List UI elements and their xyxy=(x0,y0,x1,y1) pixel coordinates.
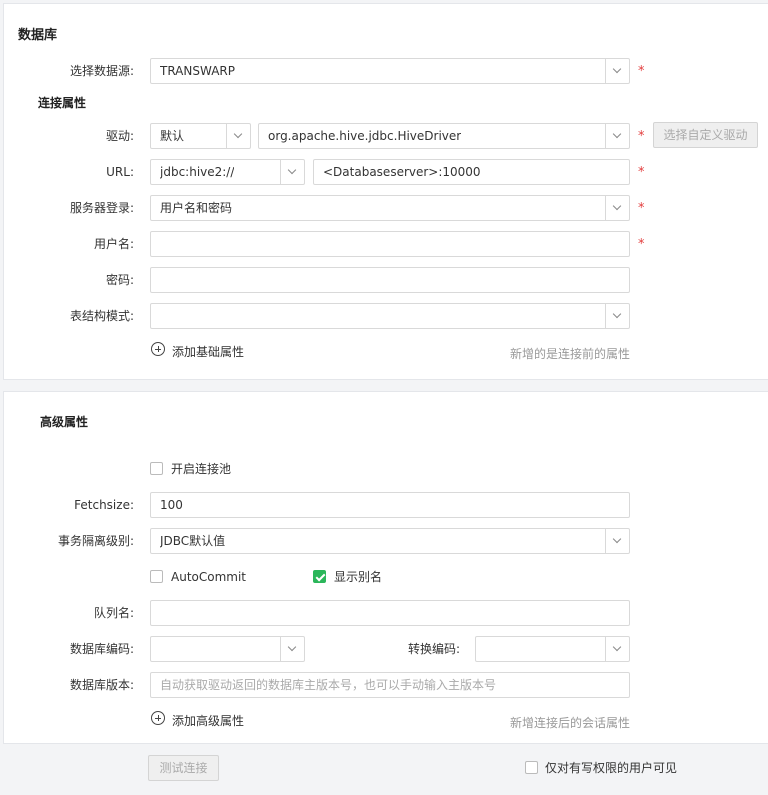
url-value: <Databaseserver>:10000 xyxy=(323,165,481,179)
chevron-down-icon[interactable] xyxy=(605,304,629,328)
driver-type-select[interactable]: 默认 xyxy=(150,123,251,149)
url-prefix-value: jdbc:hive2:// xyxy=(160,165,235,179)
add-basic-hint: 新增的是连接前的属性 xyxy=(509,347,630,361)
custom-driver-button[interactable]: 选择自定义驱动 xyxy=(653,122,758,148)
connection-pool-checkbox[interactable] xyxy=(150,462,163,475)
writable-only-checkbox[interactable] xyxy=(525,761,538,774)
db-version-placeholder: 自动获取驱动返回的数据库主版本号，也可以手动输入主版本号 xyxy=(160,678,497,692)
convert-encoding-label: 转换编码: xyxy=(407,642,460,656)
writable-only-label: 仅对有写权限的用户可见 xyxy=(545,761,678,775)
database-section-title: 数据库 xyxy=(18,28,58,43)
isolation-value: JDBC默认值 xyxy=(160,534,226,548)
url-prefix-select[interactable]: jdbc:hive2:// xyxy=(150,159,305,185)
username-label: 用户名: xyxy=(93,237,134,251)
autocommit-checkbox[interactable] xyxy=(150,570,163,583)
fetchsize-value: 100 xyxy=(160,498,183,512)
fetchsize-input[interactable]: 100 xyxy=(150,492,630,518)
datasource-select[interactable]: TRANSWARP xyxy=(150,58,630,84)
add-basic-property-link[interactable]: 添加基础属性 xyxy=(172,343,244,360)
add-circle-icon[interactable] xyxy=(151,342,165,356)
driver-label: 驱动: xyxy=(105,129,134,143)
server-login-value: 用户名和密码 xyxy=(160,201,233,215)
server-login-select[interactable]: 用户名和密码 xyxy=(150,195,630,221)
required-marker: * xyxy=(638,237,645,252)
url-input[interactable]: <Databaseserver>:10000 xyxy=(313,159,630,185)
driver-class-select[interactable]: org.apache.hive.jdbc.HiveDriver xyxy=(258,123,630,149)
db-version-input[interactable]: 自动获取驱动返回的数据库主版本号，也可以手动输入主版本号 xyxy=(150,672,630,698)
required-marker: * xyxy=(638,165,645,180)
driver-class-value: org.apache.hive.jdbc.HiveDriver xyxy=(268,129,462,143)
chevron-down-icon[interactable] xyxy=(280,637,304,661)
show-alias-label: 显示别名 xyxy=(334,570,383,584)
password-label: 密码: xyxy=(105,273,134,287)
chevron-down-icon[interactable] xyxy=(605,637,629,661)
add-advanced-hint: 新增连接后的会话属性 xyxy=(509,716,630,730)
schema-label: 表结构模式: xyxy=(69,309,134,323)
datasource-value: TRANSWARP xyxy=(160,64,235,78)
test-connection-button[interactable]: 测试连接 xyxy=(148,755,219,781)
db-version-label: 数据库版本: xyxy=(69,678,134,692)
fetchsize-label: Fetchsize: xyxy=(74,498,134,512)
password-input[interactable] xyxy=(150,267,630,293)
show-alias-checkbox[interactable] xyxy=(313,570,326,583)
required-marker: * xyxy=(638,201,645,216)
advanced-section-title: 高级属性 xyxy=(40,415,89,429)
connection-pool-label: 开启连接池 xyxy=(171,462,232,476)
url-label: URL: xyxy=(106,165,134,179)
autocommit-label: AutoCommit xyxy=(171,570,246,584)
chevron-down-icon[interactable] xyxy=(226,124,250,148)
chevron-down-icon[interactable] xyxy=(280,160,304,184)
isolation-label: 事务隔离级别: xyxy=(57,534,134,548)
db-encoding-select[interactable] xyxy=(150,636,305,662)
add-advanced-property-link[interactable]: 添加高级属性 xyxy=(172,712,244,729)
required-marker: * xyxy=(638,129,645,144)
datasource-label: 选择数据源: xyxy=(69,64,134,78)
isolation-select[interactable]: JDBC默认值 xyxy=(150,528,630,554)
db-encoding-label: 数据库编码: xyxy=(69,642,134,656)
driver-type-value: 默认 xyxy=(160,129,185,143)
chevron-down-icon[interactable] xyxy=(605,196,629,220)
chevron-down-icon[interactable] xyxy=(605,529,629,553)
connection-section-title: 连接属性 xyxy=(38,96,87,110)
schema-select[interactable] xyxy=(150,303,630,329)
server-login-label: 服务器登录: xyxy=(69,201,134,215)
convert-encoding-select[interactable] xyxy=(475,636,630,662)
queue-input[interactable] xyxy=(150,600,630,626)
add-circle-icon[interactable] xyxy=(151,711,165,725)
required-marker: * xyxy=(638,64,645,79)
chevron-down-icon[interactable] xyxy=(605,124,629,148)
username-input[interactable] xyxy=(150,231,630,257)
chevron-down-icon[interactable] xyxy=(605,59,629,83)
queue-label: 队列名: xyxy=(93,606,134,620)
